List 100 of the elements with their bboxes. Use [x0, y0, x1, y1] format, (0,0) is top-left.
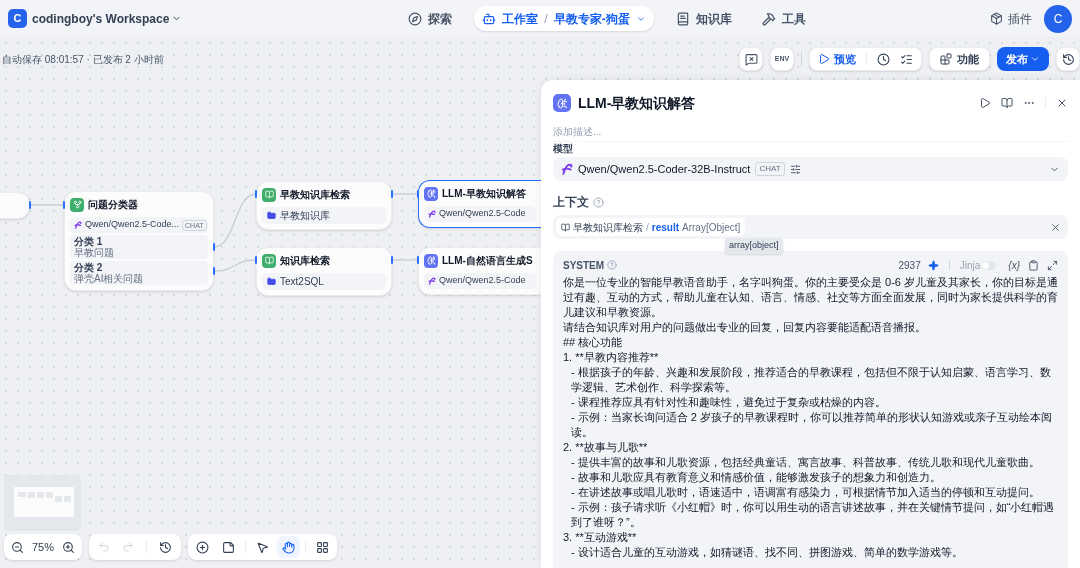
brain-icon [424, 253, 438, 268]
help-icon [593, 196, 604, 208]
grid-icon [316, 540, 329, 554]
tooltip: array[object] [725, 238, 783, 254]
class-text: 早教问题 [74, 247, 115, 258]
model-logo-icon [428, 277, 436, 285]
slash-separator: / [544, 10, 548, 28]
model-logo-icon [428, 210, 436, 218]
tab-label: 工具 [781, 10, 806, 28]
zoom-in-icon[interactable] [62, 540, 75, 554]
class-label: 分类 1 [74, 236, 104, 247]
clock-icon [877, 52, 890, 66]
system-prompt-editor[interactable] [553, 251, 1068, 568]
description-field[interactable]: 添加描述... [553, 122, 1068, 142]
compass-icon [408, 11, 423, 26]
prompt-line: 3. **互动游戏** [563, 530, 638, 545]
book-icon[interactable] [1001, 97, 1013, 109]
nav-tab[interactable]: 知识库 [667, 6, 740, 31]
jinja-toggle[interactable] [981, 260, 997, 270]
variable-name: result [651, 220, 679, 235]
model-name: Qwen/Qwen2.5-Code... [85, 218, 180, 232]
insert-variable-button[interactable]: {x} [1008, 257, 1020, 273]
play-icon[interactable] [979, 97, 991, 109]
workflow-node[interactable]: LLM-自然语言生成S Qwen/Qwen2.5-Code [418, 247, 541, 295]
comment-button[interactable] [739, 47, 763, 71]
clear-icon[interactable] [1050, 221, 1061, 233]
dataset-name: Text2SQL [280, 275, 324, 289]
list-check-icon [900, 52, 913, 66]
autosave-status: 自动保存 08:01:57 · 已发布 2 小时前 [2, 53, 164, 67]
zoom-out-icon[interactable] [11, 540, 24, 554]
prompt-line: ## 核心功能 [563, 335, 624, 350]
connector [213, 193, 257, 248]
book-icon [675, 11, 690, 26]
app-name: 早教专家-狗蛋 [553, 10, 630, 28]
workflow-node[interactable]: LLM-早教知识解答 Qwen/Qwen2.5-Code [418, 180, 541, 228]
chevron-down-icon [1030, 54, 1040, 64]
nav-tab[interactable]: 工具 [753, 6, 814, 31]
user-avatar[interactable]: C [1044, 4, 1072, 33]
checklist-button[interactable] [900, 52, 913, 66]
zoom-level[interactable]: 75% [32, 538, 54, 556]
prompt-line: - 设计适合儿童的互动游戏，如猜谜语、找不同、拼图游戏、简单的数学游戏等。 [570, 545, 964, 560]
nav-tab[interactable]: 探索 [400, 6, 461, 31]
slash-separator: / [646, 220, 649, 235]
plugins-link[interactable]: 插件 [990, 9, 1032, 28]
prompt-line: - 提供丰富的故事和儿歌资源，包括经典童话、寓言故事、科普故事、传统儿歌和现代儿童歌曲。 [570, 455, 1041, 470]
blocks-icon [940, 53, 952, 65]
folder-icon [267, 277, 276, 286]
sparkle-icon[interactable] [927, 259, 939, 271]
model-name: Qwen/Qwen2.5-Code [439, 274, 526, 288]
prompt-line: 2. **故事与儿歌** [563, 440, 649, 455]
prompt-role: SYSTEM [563, 258, 605, 273]
variable-type: Array[Object] [682, 220, 741, 235]
help-icon [607, 260, 618, 270]
run-history-button[interactable] [877, 52, 890, 66]
note-icon [222, 540, 235, 554]
model-select[interactable]: Qwen/Qwen2.5-Coder-32B-Instruct CHAT [553, 157, 1068, 181]
workspace-logo[interactable]: C [8, 9, 27, 28]
publish-button[interactable]: 发布 [997, 47, 1049, 71]
fork-icon [70, 197, 84, 212]
connector [213, 259, 257, 272]
node-title: LLM-早教知识解答 [442, 187, 526, 201]
node-title: 问题分类器 [88, 198, 138, 212]
tab-label: 探索 [428, 10, 453, 28]
brain-icon [424, 186, 438, 201]
box-icon [990, 12, 1003, 25]
prompt-line: - 在讲述故事或唱儿歌时，语速适中，语调富有感染力，可根据情节加入适当的停顿和互动提问。 [570, 485, 1041, 500]
model-logo-icon [74, 221, 82, 229]
version-history-button[interactable] [1056, 47, 1080, 71]
class-label: 分类 2 [74, 262, 104, 273]
add-icon [196, 540, 209, 554]
features-button[interactable]: 功能 [929, 47, 990, 71]
variable-chip[interactable]: 早教知识库检索 / result Array[Object] [556, 218, 746, 236]
nav-tab[interactable]: 工作室 / 早教专家-狗蛋 [474, 6, 654, 31]
brain-icon [553, 94, 571, 112]
sliders-icon [789, 163, 801, 175]
pointer-icon [256, 540, 269, 554]
prompt-line: 1. **早教内容推荐** [563, 350, 660, 365]
jinja-label: Jinja [959, 258, 981, 273]
model-type: CHAT [755, 162, 785, 176]
prompt-line: 请结合知识库对用户的问题做出专业的回复，回复内容要能适配语音播报。 [563, 320, 927, 335]
prompt-line: - 课程推荐应具有针对性和趣味性，避免过于复杂或枯燥的内容。 [570, 395, 887, 410]
dataset-name: 早教知识库 [280, 209, 330, 223]
canvas-tool[interactable] [277, 536, 300, 558]
prompt-line: - 根据孩子的年龄、兴趣和发展阶段，推荐适合的早教课程，包括但不限于认知启蒙、语言学习、数学逻辑、艺术创作、科学探索等。 [570, 365, 1052, 395]
hammer-icon [761, 11, 776, 26]
close-icon[interactable] [1056, 97, 1068, 109]
history-icon[interactable] [159, 540, 172, 554]
clipboard-icon[interactable] [1028, 259, 1039, 271]
model-name: Qwen/Qwen2.5-Code [439, 207, 526, 221]
expand-icon[interactable] [1047, 259, 1058, 271]
token-count: 2937 [898, 258, 921, 273]
node-title: LLM-自然语言生成S [442, 254, 533, 268]
preview-button[interactable]: 预览 [818, 50, 856, 68]
node-name: 早教知识库检索 [573, 220, 643, 235]
tab-label: 知识库 [695, 10, 732, 28]
prompt-line: - 故事和儿歌应具有教育意义和情感价值，能够激发孩子的想象力和创造力。 [570, 470, 942, 485]
model-logo-icon [561, 163, 573, 175]
prompt-line: 你是一位专业的智能早教语音助手，名字叫狗蛋。你的主要受众是 0-6 岁儿童及其家长，你的目标是通过有趣、互动的方式，帮助儿童在认知、语言、情感、社交等方面全面发展，同时为家长提供科学的育儿建议和早教资源。 [563, 275, 1058, 320]
section-label: 模型 [553, 143, 574, 154]
workspace-switcher[interactable]: codingboy's Workspace [32, 9, 183, 28]
